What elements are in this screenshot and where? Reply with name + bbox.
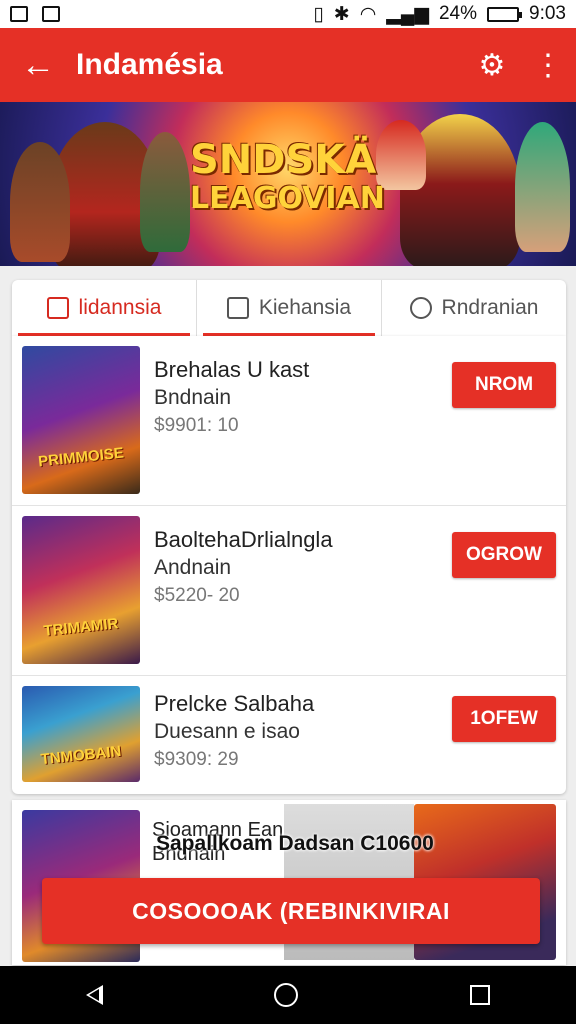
buy-button[interactable]: NROM — [452, 362, 556, 408]
monitor-icon — [226, 297, 249, 319]
promo-banner[interactable]: SNDSKÄ LEAGOVIAN — [0, 102, 576, 266]
tab-lidannsia[interactable]: lidannsia — [12, 280, 197, 336]
nav-home-icon[interactable] — [274, 983, 299, 1007]
game-thumbnail: TRIMAMIR — [22, 516, 140, 664]
buy-button[interactable]: 1OFEW — [452, 696, 556, 742]
banner-title-line1: SNDSKÄ — [190, 137, 377, 183]
item-price: $5220- 20 — [154, 585, 240, 606]
banner-hero-left-small — [10, 142, 70, 262]
clock: 9:03 — [529, 3, 566, 24]
banner-title: SNDSKÄ LEAGOVIAN — [190, 137, 385, 216]
battery-percent: 24% — [438, 3, 478, 24]
primary-action-button[interactable]: COSOOOAK (REBINKIVIRAI — [42, 878, 540, 944]
banner-hero-right-small — [376, 120, 426, 190]
thumbnail-label: PRIMMOISE — [37, 444, 125, 471]
settings-gear-icon[interactable]: ⚙ — [464, 48, 520, 83]
nav-back-icon[interactable] — [85, 985, 103, 1005]
banner-title-line2: LEAGOVIAN — [190, 181, 385, 216]
square-icon — [46, 297, 69, 319]
thumbnail-label: TRIMAMIR — [42, 615, 120, 640]
tab-kiehansia[interactable]: Kiehansia — [197, 280, 382, 336]
buy-button[interactable]: OGROW — [452, 532, 556, 578]
status-bar: ▯ ✱ ◠ ▂▄▆ 24% 9:03 — [0, 0, 576, 28]
more-options-icon[interactable]: ⋮ — [520, 48, 576, 83]
thumbnail-label: TNMOBAIN — [39, 742, 123, 769]
nav-recents-icon[interactable] — [470, 985, 491, 1005]
page-title: Indamésia — [76, 48, 223, 81]
tab-rndranian[interactable]: Rndranian — [382, 280, 566, 336]
bluetooth-icon: ✱ — [333, 3, 350, 25]
banner-hero-far-right — [515, 122, 570, 252]
wifi-icon: ◠ — [359, 3, 377, 25]
game-list: PRIMMOISE Brehalas U kast Bndnain $9901:… — [12, 336, 566, 794]
photo-notification-icon — [42, 6, 60, 22]
battery-icon — [487, 6, 523, 22]
tab-label: Kiehansia — [258, 296, 352, 319]
game-thumbnail: TNMOBAIN — [22, 686, 140, 782]
category-tabs: lidannsia Kiehansia Rndranian — [12, 280, 566, 336]
tab-label: lidannsia — [78, 296, 162, 319]
item-price: $9901: 10 — [154, 415, 239, 436]
image-notification-icon — [10, 6, 28, 22]
list-item[interactable]: TRIMAMIR BaoltehaDrlialngla Andnain $522… — [12, 506, 566, 676]
search-icon — [409, 297, 432, 319]
list-item[interactable]: PRIMMOISE Brehalas U kast Bndnain $9901:… — [12, 336, 566, 506]
item-price: $9309: 29 — [154, 749, 239, 770]
back-arrow-icon[interactable]: ← — [0, 46, 76, 85]
game-thumbnail: PRIMMOISE — [22, 346, 140, 494]
system-nav-bar — [0, 966, 576, 1024]
tab-label: Rndranian — [441, 296, 539, 319]
list-item[interactable]: TNMOBAIN Prelcke Salbaha Duesann e isao … — [12, 676, 566, 794]
signal-icon: ▂▄▆ — [386, 3, 429, 25]
app-bar: ← Indamésia ⚙ ⋮ — [0, 28, 576, 102]
banner-hero-mid — [140, 132, 190, 252]
promo-overlay-text: Sapallkoam Dadsan C10600 — [156, 832, 434, 855]
vibrate-icon: ▯ — [313, 3, 324, 25]
